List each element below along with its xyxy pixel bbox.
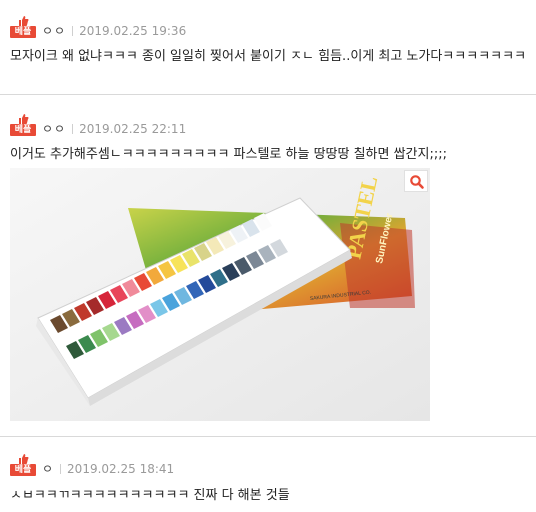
comment-date: 2019.02.25 18:41 bbox=[67, 462, 175, 476]
image-zoom-button[interactable] bbox=[404, 170, 428, 192]
best-comment-badge: 베플 bbox=[10, 454, 36, 476]
meta-separator bbox=[72, 124, 74, 134]
best-comment-badge: 베플 bbox=[10, 16, 36, 38]
magnifier-icon bbox=[410, 175, 424, 189]
best-badge-label: 베플 bbox=[10, 26, 36, 38]
comment-divider bbox=[0, 94, 536, 95]
thumbs-up-icon bbox=[19, 454, 29, 464]
comment-date: 2019.02.25 22:11 bbox=[79, 122, 187, 136]
comment-author[interactable]: ㅇ bbox=[42, 462, 54, 476]
comment-text: 이거도 추가해주셈ㄴㅋㅋㅋㅋㅋㅋㅋㅋㅋ 파스텔로 하늘 땅땅땅 칠하면 쌉간지;… bbox=[10, 147, 447, 162]
meta-separator bbox=[60, 464, 62, 474]
comment-text: ㅅㅂㅋㅋㄲㅋㅋㅋㅋㅋㅋㅋㅋㅋㅋ 진짜 다 해본 것들 bbox=[10, 488, 290, 503]
meta-separator bbox=[72, 26, 74, 36]
comment-date: 2019.02.25 19:36 bbox=[79, 24, 187, 38]
comment-meta: 베플 ㅇ 2019.02.25 18:41 bbox=[10, 452, 174, 476]
best-badge-label: 베플 bbox=[10, 124, 36, 136]
comment-author[interactable]: ㅇㅇ bbox=[42, 24, 66, 38]
comment-divider bbox=[0, 436, 536, 437]
comment-author[interactable]: ㅇㅇ bbox=[42, 122, 66, 136]
thumbs-up-icon bbox=[19, 16, 29, 26]
comment-image[interactable]: PASTEL SunFlower SAKURA INDUSTRIAL CO. bbox=[10, 168, 430, 421]
pastel-set-illustration: PASTEL SunFlower SAKURA INDUSTRIAL CO. bbox=[10, 168, 430, 421]
comment-text: 모자이크 왜 없냐ㅋㅋㅋ 종이 일일히 찢어서 붙이기 ㅈㄴ 힘듬..이게 최고… bbox=[10, 49, 527, 64]
best-badge-label: 베플 bbox=[10, 464, 36, 476]
best-comment-badge: 베플 bbox=[10, 114, 36, 136]
comment-meta: 베플 ㅇㅇ 2019.02.25 22:11 bbox=[10, 112, 186, 136]
comment-meta: 베플 ㅇㅇ 2019.02.25 19:36 bbox=[10, 14, 186, 38]
thumbs-up-icon bbox=[19, 114, 29, 124]
